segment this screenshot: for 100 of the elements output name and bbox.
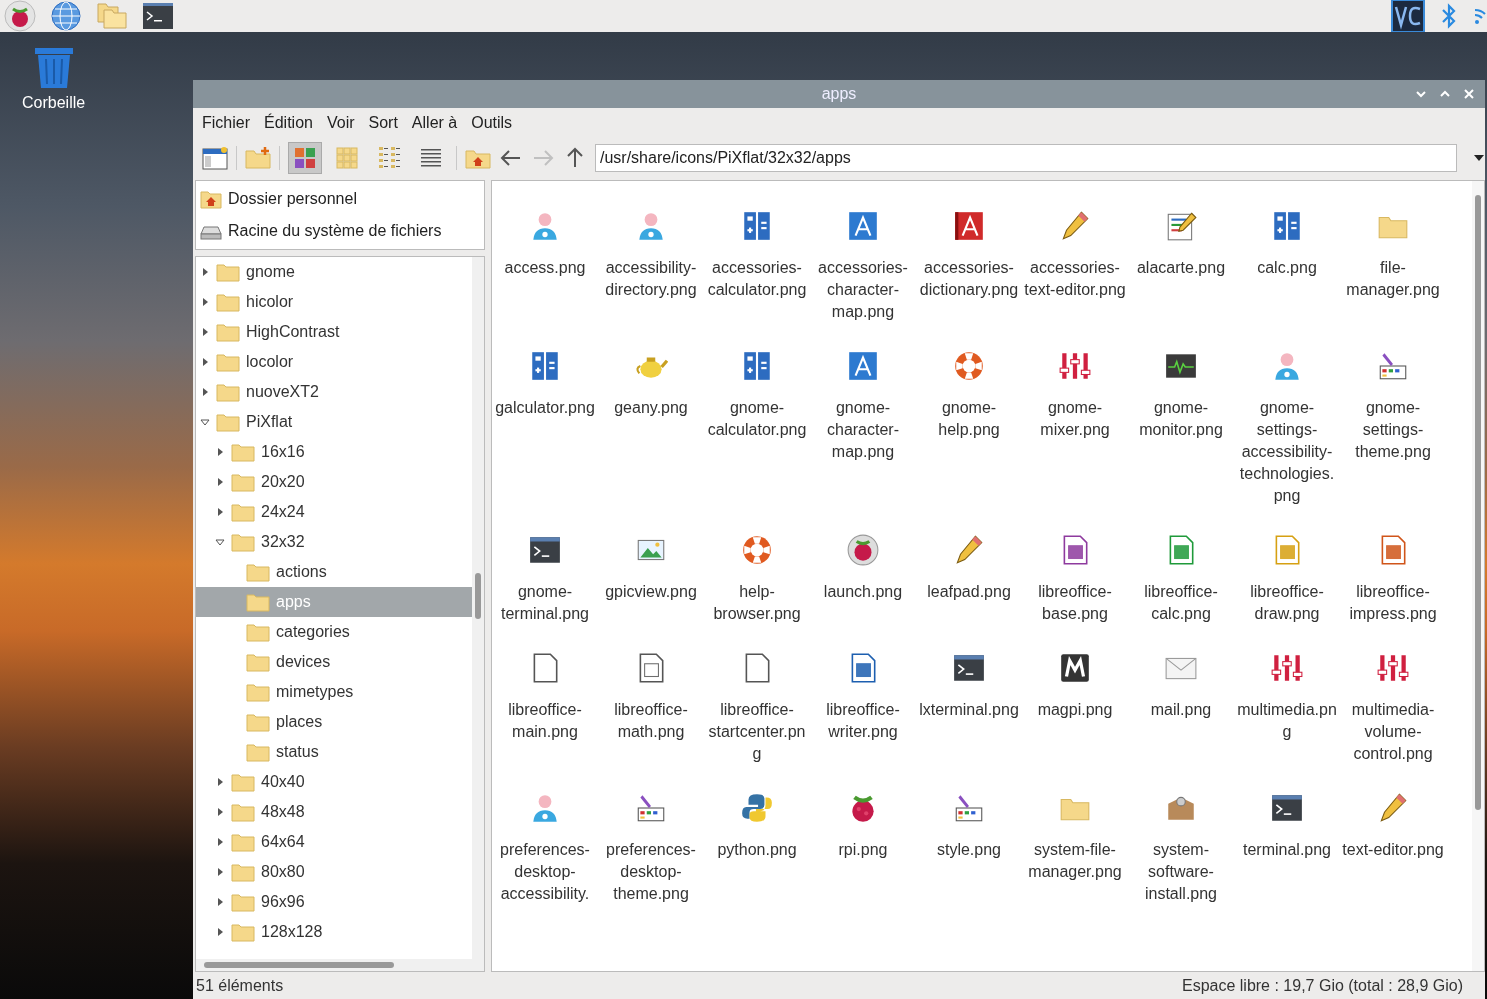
file-item[interactable]: file-manager.png (1340, 191, 1446, 331)
file-item[interactable]: style.png (916, 773, 1022, 913)
folder-tree-item[interactable]: 16x16 (196, 437, 472, 467)
scrollbar[interactable] (196, 959, 484, 971)
file-item[interactable]: help-browser.png (704, 515, 810, 633)
folder-tree-item[interactable]: gnome (196, 257, 472, 287)
file-item[interactable]: terminal.png (1234, 773, 1340, 913)
file-item[interactable]: libreoffice-writer.png (810, 633, 916, 773)
file-item[interactable]: libreoffice-calc.png (1128, 515, 1234, 633)
trash-desktop-icon[interactable]: Corbeille (22, 46, 86, 112)
menu-item[interactable]: Aller à (411, 114, 458, 132)
collapsed-arrow-icon[interactable] (200, 327, 210, 337)
raspberry-menu-icon[interactable] (4, 0, 36, 32)
folder-tree-item[interactable]: mimetypes (196, 677, 472, 707)
file-item[interactable]: leafpad.png (916, 515, 1022, 633)
new-window-icon[interactable] (202, 146, 228, 170)
file-item[interactable]: lxterminal.png (916, 633, 1022, 773)
icon-view-button[interactable] (288, 142, 322, 174)
folder-tree-item[interactable]: HighContrast (196, 317, 472, 347)
folder-tree-item[interactable]: categories (196, 617, 472, 647)
file-item[interactable]: multimedia.png (1234, 633, 1340, 773)
file-item[interactable]: libreoffice-base.png (1022, 515, 1128, 633)
file-item[interactable]: accessories-text-editor.png (1022, 191, 1128, 331)
file-item[interactable]: calc.png (1234, 191, 1340, 331)
folder-tree-item[interactable]: 80x80 (196, 857, 472, 887)
file-item[interactable]: system-file-manager.png (1022, 773, 1128, 913)
file-item[interactable]: gnome-settings-accessibility-technologies.png (1234, 331, 1340, 515)
collapsed-arrow-icon[interactable] (215, 477, 225, 487)
caret-icon[interactable] (1473, 154, 1485, 162)
expanded-arrow-icon[interactable] (215, 537, 225, 547)
new-folder-icon[interactable] (245, 146, 271, 170)
collapsed-arrow-icon[interactable] (215, 867, 225, 877)
collapsed-arrow-icon[interactable] (215, 927, 225, 937)
collapsed-arrow-icon[interactable] (200, 387, 210, 397)
place-item[interactable]: Dossier personnel (196, 183, 484, 215)
location-field[interactable]: /usr/share/icons/PiXflat/32x32/apps (595, 144, 1457, 172)
expanded-arrow-icon[interactable] (200, 417, 210, 427)
collapsed-arrow-icon[interactable] (200, 267, 210, 277)
file-item[interactable]: galculator.png (492, 331, 598, 515)
minimize-icon[interactable] (1415, 88, 1427, 100)
file-item[interactable]: gnome-mixer.png (1022, 331, 1128, 515)
collapsed-arrow-icon[interactable] (200, 297, 210, 307)
collapsed-arrow-icon[interactable] (215, 777, 225, 787)
file-item[interactable]: rpi.png (810, 773, 916, 913)
file-item[interactable]: geany.png (598, 331, 704, 515)
file-item[interactable]: preferences-desktop-theme.png (598, 773, 704, 913)
file-item[interactable]: launch.png (810, 515, 916, 633)
file-item[interactable]: system-software-install.png (1128, 773, 1234, 913)
folder-tree-item[interactable]: 20x20 (196, 467, 472, 497)
folder-tree-item[interactable]: locolor (196, 347, 472, 377)
file-item[interactable]: accessibility-directory.png (598, 191, 704, 331)
file-item[interactable]: preferences-desktop-accessibility. (492, 773, 598, 913)
file-item[interactable]: alacarte.png (1128, 191, 1234, 331)
scrollbar[interactable] (1472, 181, 1484, 971)
folder-tree-item[interactable]: 96x96 (196, 887, 472, 917)
file-item[interactable]: libreoffice-math.png (598, 633, 704, 773)
file-item[interactable]: multimedia-volume-control.png (1340, 633, 1446, 773)
place-item[interactable]: Racine du système de fichiers (196, 215, 484, 247)
vnc-icon[interactable] (1391, 0, 1425, 32)
menu-item[interactable]: Sort (368, 114, 398, 132)
folder-tree-item[interactable]: 48x48 (196, 797, 472, 827)
file-item[interactable]: libreoffice-draw.png (1234, 515, 1340, 633)
collapsed-arrow-icon[interactable] (215, 807, 225, 817)
file-item[interactable]: access.png (492, 191, 598, 331)
folder-tree-item[interactable]: devices (196, 647, 472, 677)
file-item[interactable]: accessories-dictionary.png (916, 191, 1022, 331)
collapsed-arrow-icon[interactable] (215, 837, 225, 847)
collapsed-arrow-icon[interactable] (215, 447, 225, 457)
file-item[interactable]: gpicview.png (598, 515, 704, 633)
file-item[interactable]: gnome-help.png (916, 331, 1022, 515)
menu-item[interactable]: Outils (471, 114, 513, 132)
folder-tree-item[interactable]: hicolor (196, 287, 472, 317)
file-item[interactable]: magpi.png (1022, 633, 1128, 773)
folder-tree-item[interactable]: nuoveXT2 (196, 377, 472, 407)
file-item[interactable]: gnome-settings-theme.png (1340, 331, 1446, 515)
menu-item[interactable]: Fichier (202, 114, 250, 132)
folder-tree-item[interactable]: 24x24 (196, 497, 472, 527)
file-item[interactable]: mail.png (1128, 633, 1234, 773)
file-item[interactable]: gnome-calculator.png (704, 331, 810, 515)
file-item[interactable]: accessories-character-map.png (810, 191, 916, 331)
folder-tree-item[interactable]: 64x64 (196, 827, 472, 857)
file-item[interactable]: accessories-calculator.png (704, 191, 810, 331)
file-item[interactable]: python.png (704, 773, 810, 913)
menu-item[interactable]: Édition (264, 114, 313, 132)
file-item[interactable]: gnome-monitor.png (1128, 331, 1234, 515)
folder-tree-item[interactable]: 32x32 (196, 527, 472, 557)
scrollbar[interactable] (472, 257, 484, 959)
folder-tree-item[interactable]: status (196, 737, 472, 767)
collapsed-arrow-icon[interactable] (215, 507, 225, 517)
collapsed-arrow-icon[interactable] (215, 897, 225, 907)
menu-item[interactable]: Voir (326, 114, 355, 132)
globe-icon[interactable] (50, 0, 82, 32)
close-icon[interactable] (1463, 88, 1475, 100)
folder-tree-item[interactable]: 128x128 (196, 917, 472, 947)
terminal-icon[interactable] (142, 0, 174, 32)
folder-tree-item[interactable]: actions (196, 557, 472, 587)
folder-tree-item[interactable]: 40x40 (196, 767, 472, 797)
file-item[interactable]: gnome-terminal.png (492, 515, 598, 633)
folder-tree-item[interactable]: places (196, 707, 472, 737)
file-item[interactable]: libreoffice-main.png (492, 633, 598, 773)
